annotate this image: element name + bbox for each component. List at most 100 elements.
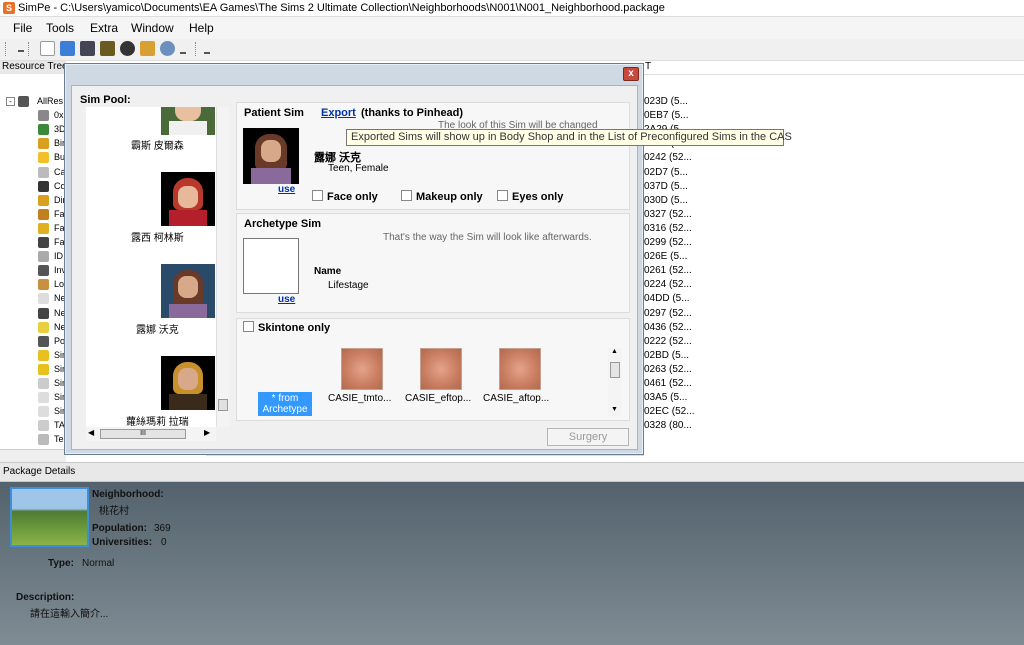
tree-row[interactable]: Ca xyxy=(0,166,65,180)
save-as-icon[interactable] xyxy=(100,41,115,56)
save-icon[interactable] xyxy=(80,41,95,56)
tree-row[interactable]: ID xyxy=(0,250,65,264)
tree-row[interactable]: Bu xyxy=(0,151,65,165)
face-only-checkbox[interactable] xyxy=(312,190,323,201)
tree-row[interactable]: 3D xyxy=(0,123,65,137)
list-item[interactable]: 023D (5... xyxy=(644,96,688,107)
close-button[interactable]: x xyxy=(623,67,639,81)
list-item[interactable]: 0316 (52... xyxy=(644,223,692,234)
tree-row[interactable]: Fa xyxy=(0,222,65,236)
patient-use-link[interactable]: use xyxy=(278,184,295,195)
list-item[interactable]: 037D (5... xyxy=(644,181,688,192)
sim-pool-list[interactable]: 霸斯 皮爾森 露西 柯林斯 露娜 沃克 蘿絲瑪莉 拉瑞 xyxy=(86,107,229,427)
tree-row[interactable]: Co xyxy=(0,180,65,194)
sim-name[interactable]: 露西 柯林斯 xyxy=(131,229,184,244)
skintone-tile-label[interactable]: CASIE_aftop... xyxy=(483,393,549,404)
skintone-tile[interactable] xyxy=(420,348,462,390)
tree-row[interactable]: Fa xyxy=(0,208,65,222)
menu-window[interactable]: Window xyxy=(131,21,174,35)
menu-tools[interactable]: Tools xyxy=(46,21,74,35)
sim-name[interactable]: 霸斯 皮爾森 xyxy=(131,137,184,152)
menu-extra[interactable]: Extra xyxy=(90,21,118,35)
makeup-only-checkbox[interactable] xyxy=(401,190,412,201)
tree-row[interactable]: Fa xyxy=(0,236,65,250)
menu-file[interactable]: File xyxy=(13,21,32,35)
sim-photo[interactable] xyxy=(161,107,215,135)
list-item[interactable]: 02BD (5... xyxy=(644,350,689,361)
tree-scrollbar[interactable] xyxy=(0,449,66,462)
tree-row[interactable]: TA xyxy=(0,419,65,433)
archetype-use-link[interactable]: use xyxy=(278,294,295,305)
list-item[interactable]: 02D7 (5... xyxy=(644,167,688,178)
list-item[interactable]: 0EB7 (5... xyxy=(644,110,688,121)
list-item[interactable]: 0327 (52... xyxy=(644,209,692,220)
list-item[interactable]: 0224 (52... xyxy=(644,279,692,290)
tree-row[interactable]: Te xyxy=(0,433,65,447)
list-item[interactable]: 0328 (80... xyxy=(644,420,692,431)
export-link[interactable]: Export xyxy=(321,107,356,119)
scroll-down-icon[interactable]: ▼ xyxy=(611,406,618,413)
chevron-down-icon[interactable] xyxy=(204,52,210,56)
list-item[interactable]: 02EC (52... xyxy=(644,406,695,417)
list-item[interactable]: 0222 (52... xyxy=(644,336,692,347)
surgery-button[interactable]: Surgery xyxy=(547,428,629,446)
sim-photo[interactable] xyxy=(161,264,215,318)
skintone-tile-label[interactable]: CASIE_tmto... xyxy=(328,393,391,404)
from-archetype-item[interactable]: * from Archetype xyxy=(258,392,312,416)
skintone-tile[interactable] xyxy=(499,348,541,390)
list-item[interactable]: 0461 (52... xyxy=(644,378,692,389)
skintone-only-checkbox[interactable] xyxy=(243,321,254,332)
expand-icon[interactable]: - xyxy=(6,97,15,106)
list-item[interactable]: 0242 (52... xyxy=(644,152,692,163)
list-item[interactable]: 0297 (52... xyxy=(644,308,692,319)
tree-row[interactable]: AllRes - xyxy=(0,95,65,109)
scroll-thumb[interactable] xyxy=(610,362,620,378)
scroll-thumb[interactable] xyxy=(218,399,228,411)
tree-row[interactable]: Sim xyxy=(0,363,65,377)
list-item[interactable]: 0299 (52... xyxy=(644,237,692,248)
menu-help[interactable]: Help xyxy=(189,21,214,35)
skintone-scrollbar[interactable]: ▲ ▼ xyxy=(608,348,622,416)
tree-row[interactable]: Po xyxy=(0,335,65,349)
list-item[interactable]: 0261 (52... xyxy=(644,265,692,276)
resource-tree[interactable]: AllRes -0x 3D Bin Bu Ca Co Dir Fa Fa Fa ID Inv Lo Ne Ne… xyxy=(0,74,66,462)
sim-name[interactable]: 蘿絲瑪莉 拉瑞 xyxy=(126,413,189,427)
list-item[interactable]: 030D (5... xyxy=(644,195,688,206)
chevron-down-icon[interactable] xyxy=(18,50,24,54)
tree-row[interactable]: Bin xyxy=(0,137,65,151)
tree-row[interactable]: Sim xyxy=(0,377,65,391)
chevron-down-icon[interactable] xyxy=(180,52,186,56)
scroll-up-icon[interactable]: ▲ xyxy=(611,348,618,355)
open-folder-icon[interactable] xyxy=(60,41,75,56)
scroll-right-icon[interactable]: ▶ xyxy=(204,428,210,437)
list-item[interactable]: 03A5 (5... xyxy=(644,392,687,403)
tree-row[interactable]: Lo xyxy=(0,278,65,292)
close-file-icon[interactable] xyxy=(120,41,135,56)
list-item[interactable]: 0263 (52... xyxy=(644,364,692,375)
scroll-left-icon[interactable]: ◀ xyxy=(88,428,94,437)
skintone-tile[interactable] xyxy=(341,348,383,390)
tree-row[interactable]: Ne xyxy=(0,321,65,335)
tree-row[interactable]: 0x xyxy=(0,109,65,123)
sim-photo[interactable] xyxy=(161,356,215,410)
tree-row[interactable]: Sim xyxy=(0,391,65,405)
tree-row[interactable]: Sim xyxy=(0,405,65,419)
search-icon[interactable] xyxy=(160,41,175,56)
tree-row[interactable]: Ne xyxy=(0,292,65,306)
tool-icon[interactable] xyxy=(140,41,155,56)
tree-row[interactable]: Inv xyxy=(0,264,65,278)
pool-horizontal-scrollbar[interactable]: ◀ III ▶ xyxy=(86,427,216,441)
list-item[interactable]: 026E (5... xyxy=(644,251,687,262)
new-file-icon[interactable] xyxy=(40,41,55,56)
pool-vertical-scrollbar[interactable] xyxy=(216,107,229,427)
eyes-only-checkbox[interactable] xyxy=(497,190,508,201)
scroll-thumb[interactable]: III xyxy=(100,429,186,439)
tree-row[interactable]: Sim xyxy=(0,349,65,363)
sim-photo[interactable] xyxy=(161,172,215,226)
list-item[interactable]: 0436 (52... xyxy=(644,322,692,333)
tree-row[interactable]: Ne xyxy=(0,307,65,321)
tree-row[interactable]: Dir xyxy=(0,194,65,208)
sim-name[interactable]: 露娜 沃克 xyxy=(136,321,179,336)
list-item[interactable]: 04DD (5... xyxy=(644,293,690,304)
skintone-tile-label[interactable]: CASIE_eftop... xyxy=(405,393,471,404)
